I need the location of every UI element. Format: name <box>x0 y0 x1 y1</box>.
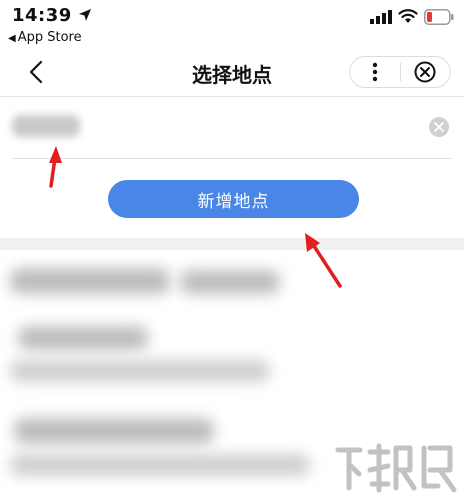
signal-icon <box>370 10 392 24</box>
back-to-app-link[interactable]: ◀ App Store <box>8 30 82 45</box>
status-time: 14:39 <box>12 5 72 26</box>
battery-icon <box>424 9 454 25</box>
clear-icon <box>434 122 444 132</box>
location-input-value <box>12 115 80 137</box>
add-location-button[interactable]: 新增地点 <box>108 180 359 218</box>
location-arrow-icon <box>79 9 91 21</box>
wifi-icon <box>398 9 418 23</box>
circle-close-icon <box>414 61 436 83</box>
more-vertical-icon <box>372 62 378 82</box>
back-app-label: App Store <box>17 30 82 45</box>
status-bar: 14:39 ◀ App Store <box>0 0 464 48</box>
input-divider <box>12 158 452 159</box>
close-button[interactable] <box>401 57 450 87</box>
more-button[interactable] <box>350 57 400 87</box>
location-input-row[interactable] <box>0 97 464 159</box>
back-triangle-icon: ◀ <box>8 33 16 44</box>
nav-bar: 选择地点 <box>0 48 464 97</box>
clear-button[interactable] <box>429 117 449 137</box>
section-divider <box>0 238 464 250</box>
menu-capsule <box>349 56 451 88</box>
site-logo-watermark <box>335 443 457 493</box>
